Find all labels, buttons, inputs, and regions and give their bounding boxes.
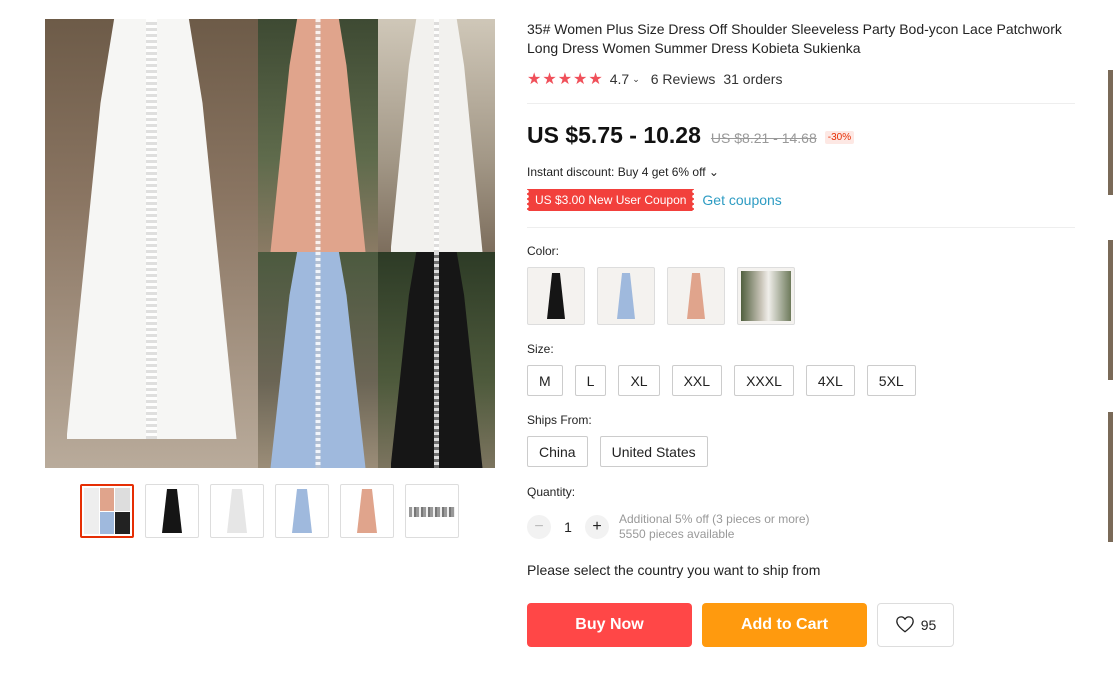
ship-option-united-states[interactable]: United States — [599, 436, 708, 467]
size-option[interactable]: XL — [618, 365, 660, 396]
bulk-discount-text: Additional 5% off (3 pieces or more) — [619, 512, 810, 526]
ship-country-notice: Please select the country you want to sh… — [527, 562, 821, 578]
original-price: US $8.21 - 14.68 — [710, 130, 817, 146]
quantity-stepper: − + Additional 5% off (3 pieces or more)… — [527, 512, 810, 542]
divider — [527, 103, 1075, 104]
edge-image — [1108, 412, 1113, 542]
image-tile-blue-dress — [258, 252, 378, 468]
price-row: US $5.75 - 10.28 US $8.21 - 14.68 -30% — [527, 122, 855, 149]
add-to-cart-button[interactable]: Add to Cart — [702, 603, 867, 647]
thumbnail-strip — [80, 484, 459, 538]
discount-badge: -30% — [824, 131, 855, 144]
image-tile-black-dress — [378, 252, 495, 468]
quantity-input[interactable] — [551, 515, 585, 539]
size-option[interactable]: XXXL — [734, 365, 794, 396]
get-coupons-link[interactable]: Get coupons — [702, 192, 781, 208]
size-option[interactable]: 5XL — [866, 365, 916, 396]
star-rating-icon: ★★★★★ — [527, 71, 604, 88]
thumbnail-black[interactable] — [145, 484, 199, 538]
availability-text: 5550 pieces available — [619, 527, 735, 541]
reviews-link[interactable]: 6 Reviews — [651, 71, 716, 87]
thumbnail-blue[interactable] — [275, 484, 329, 538]
coupon-row: US $3.00 New User Coupon Get coupons — [524, 189, 782, 211]
image-tile-pink-dress — [258, 19, 378, 252]
size-option[interactable]: 4XL — [805, 365, 855, 396]
size-option[interactable]: L — [574, 365, 607, 396]
size-option[interactable]: M — [527, 365, 563, 396]
rating-value[interactable]: 4.7 — [610, 71, 629, 87]
image-tile-white-dress — [45, 19, 258, 468]
color-swatch-pink[interactable] — [667, 267, 725, 325]
decrease-quantity-button[interactable]: − — [527, 515, 551, 539]
thumbnail-strip-image[interactable] — [405, 484, 459, 538]
edge-image — [1108, 240, 1113, 380]
product-title: 35# Women Plus Size Dress Off Shoulder S… — [527, 21, 1062, 56]
thumbnail-collage[interactable] — [80, 484, 134, 538]
divider — [527, 227, 1075, 228]
quantity-label: Quantity: — [527, 485, 576, 499]
image-tile-white-dress-small — [378, 19, 495, 252]
size-option[interactable]: XXL — [671, 365, 723, 396]
chevron-down-icon[interactable]: ⌄ — [632, 74, 640, 85]
instant-discount[interactable]: Instant discount: Buy 4 get 6% off ⌄ — [527, 165, 719, 179]
wishlist-button[interactable]: 95 — [877, 603, 954, 647]
increase-quantity-button[interactable]: + — [585, 515, 609, 539]
current-price: US $5.75 - 10.28 — [527, 122, 701, 148]
quantity-info: Additional 5% off (3 pieces or more) 555… — [619, 512, 810, 542]
action-buttons: Buy Now Add to Cart 95 — [527, 603, 954, 647]
size-options: M L XL XXL XXXL 4XL 5XL — [527, 365, 916, 396]
orders-count: 31 orders — [723, 71, 783, 87]
size-label: Size: — [527, 342, 554, 356]
main-product-image[interactable] — [45, 19, 495, 468]
ships-from-options: China United States — [527, 436, 708, 467]
thumbnail-white[interactable] — [210, 484, 264, 538]
rating-row: ★★★★★ 4.7 ⌄ 6 Reviews 31 orders — [527, 69, 782, 89]
color-swatch-black[interactable] — [527, 267, 585, 325]
edge-image — [1108, 70, 1113, 195]
color-swatches — [527, 267, 795, 325]
buy-now-button[interactable]: Buy Now — [527, 603, 692, 647]
color-label: Color: — [527, 244, 560, 258]
heart-icon — [895, 615, 915, 636]
color-swatch-photo[interactable] — [737, 267, 795, 325]
ships-from-label: Ships From: — [527, 413, 592, 427]
wishlist-count: 95 — [920, 617, 937, 633]
color-swatch-blue[interactable] — [597, 267, 655, 325]
ship-option-china[interactable]: China — [527, 436, 588, 467]
thumbnail-pink[interactable] — [340, 484, 394, 538]
new-user-coupon[interactable]: US $3.00 New User Coupon — [524, 189, 697, 211]
